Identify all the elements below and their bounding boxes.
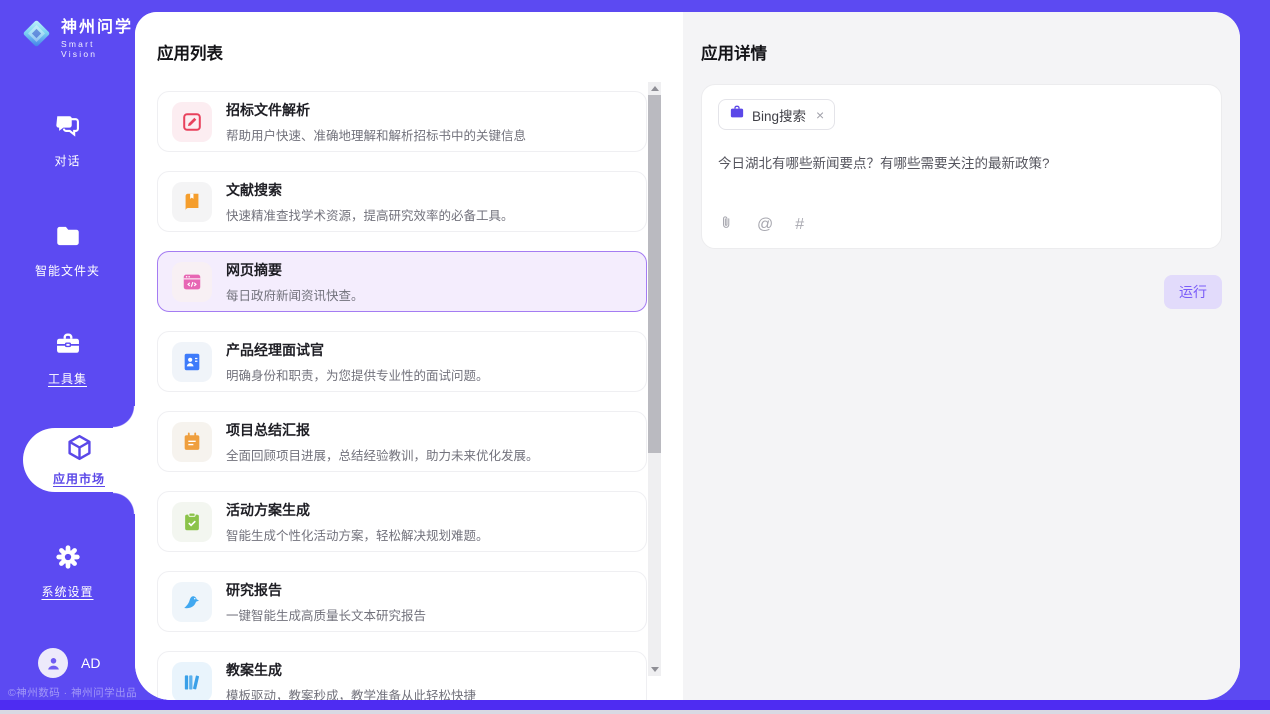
app-desc: 快速精准查找学术资源，提高研究效率的必备工具。 (226, 205, 514, 224)
sidebar-item-toolset[interactable]: 工具集 (0, 330, 135, 387)
app-desc: 一键智能生成高质量长文本研究报告 (226, 605, 426, 624)
app-card-pm-interviewer[interactable]: 产品经理面试官 明确身份和职责，为您提供专业性的面试问题。 (157, 331, 647, 392)
app-desc: 模板驱动，教案秒成，教学准备从此轻松快捷 (226, 685, 476, 701)
person-doc-icon (172, 342, 212, 382)
app-desc: 全面回顾项目进展，总结经验教训，助力未来优化发展。 (226, 445, 539, 464)
app-card-bid-analysis[interactable]: 招标文件解析 帮助用户快速、准确地理解和解析招标书中的关键信息 (157, 91, 647, 152)
app-cards: 招标文件解析 帮助用户快速、准确地理解和解析招标书中的关键信息 文献搜索 快速精… (157, 91, 647, 700)
toolbox-icon (54, 330, 82, 363)
sidebar-item-settings[interactable]: 系统设置 (0, 543, 135, 600)
sidebar-item-label: 应用市场 (53, 470, 105, 487)
app-list-title: 应用列表 (157, 40, 683, 64)
clipboard-check-icon (172, 502, 212, 542)
cube-icon (65, 433, 94, 467)
sidebar-item-smart-folder[interactable]: 智能文件夹 (0, 222, 135, 279)
attachment-icon[interactable] (718, 214, 735, 236)
brand-subtitle: Smart Vision (61, 39, 135, 59)
app-title: 网页摘要 (226, 260, 364, 280)
book-icon (172, 182, 212, 222)
tag-close-icon[interactable]: × (816, 107, 824, 123)
chat-bubbles-icon (54, 112, 82, 145)
app-desc: 智能生成个性化活动方案，轻松解决规划难题。 (226, 525, 489, 544)
avatar (38, 648, 68, 678)
app-list-panel: 应用列表 招标文件解析 帮助用户快速、准确地理解和解析招标书中的关键信息 (135, 12, 683, 700)
hash-icon[interactable]: # (795, 216, 804, 234)
browser-code-icon (172, 262, 212, 302)
prompt-card[interactable]: Bing搜索 × 今日湖北有哪些新闻要点？有哪些需要关注的最新政策? @ # (701, 84, 1222, 249)
bird-icon (172, 582, 212, 622)
app-detail-title: 应用详情 (701, 40, 1222, 64)
app-title: 项目总结汇报 (226, 420, 539, 440)
app-desc: 明确身份和职责，为您提供专业性的面试问题。 (226, 365, 489, 384)
mention-icon[interactable]: @ (757, 216, 773, 234)
window-bottom-edge (0, 710, 1270, 714)
briefcase-icon (729, 104, 745, 125)
app-title: 教案生成 (226, 660, 476, 680)
main-panel: 应用列表 招标文件解析 帮助用户快速、准确地理解和解析招标书中的关键信息 (135, 12, 1240, 700)
gear-icon (54, 543, 82, 576)
app-card-lesson-plan[interactable]: 教案生成 模板驱动，教案秒成，教学准备从此轻松快捷 (157, 651, 647, 700)
app-card-web-summary[interactable]: 网页摘要 每日政府新闻资讯快查。 (157, 251, 647, 312)
app-card-research-report[interactable]: 研究报告 一键智能生成高质量长文本研究报告 (157, 571, 647, 632)
user-account[interactable]: AD (38, 648, 100, 678)
sidebar-item-label: 系统设置 (41, 583, 93, 600)
brand-name: 神州问学 (61, 13, 135, 37)
app-title: 产品经理面试官 (226, 340, 489, 360)
app-title: 活动方案生成 (226, 500, 489, 520)
sidebar: 神州问学 Smart Vision 对话 智能文件夹 (0, 0, 135, 714)
app-card-literature-search[interactable]: 文献搜索 快速精准查找学术资源，提高研究效率的必备工具。 (157, 171, 647, 232)
app-title: 研究报告 (226, 580, 426, 600)
scrollbar-thumb[interactable] (648, 95, 661, 453)
brand-logo: 神州问学 Smart Vision (18, 13, 135, 59)
scroll-down-icon[interactable] (651, 667, 659, 672)
prompt-toolbar: @ # (718, 214, 804, 236)
app-card-project-report[interactable]: 项目总结汇报 全面回顾项目进展，总结经验教训，助力未来优化发展。 (157, 411, 647, 472)
tool-tag-bing-search[interactable]: Bing搜索 × (718, 99, 835, 130)
sidebar-item-app-market[interactable]: 应用市场 (23, 428, 135, 492)
app-title: 招标文件解析 (226, 100, 526, 120)
sidebar-item-label: 智能文件夹 (35, 262, 100, 279)
run-button[interactable]: 运行 (1164, 275, 1222, 309)
tool-tag-label: Bing搜索 (752, 105, 806, 125)
sidebar-item-label: 工具集 (48, 370, 87, 387)
app-detail-panel: 应用详情 Bing搜索 × 今日湖北有哪些新闻要点？有哪些需要关注的最新政策? (683, 12, 1240, 700)
app-list-scrollbar[interactable] (648, 82, 661, 676)
books-icon (172, 662, 212, 701)
copyright-text: ©神州数码 · 神州问学出品 (8, 685, 135, 700)
app-card-event-plan[interactable]: 活动方案生成 智能生成个性化活动方案，轻松解决规划难题。 (157, 491, 647, 552)
app-desc: 帮助用户快速、准确地理解和解析招标书中的关键信息 (226, 125, 526, 144)
app-title: 文献搜索 (226, 180, 514, 200)
note-icon (172, 422, 212, 462)
prompt-text[interactable]: 今日湖北有哪些新闻要点？有哪些需要关注的最新政策? (718, 154, 1205, 174)
folder-icon (54, 222, 82, 255)
pen-square-icon (172, 102, 212, 142)
scroll-up-icon[interactable] (651, 86, 659, 91)
sidebar-item-chat[interactable]: 对话 (0, 112, 135, 169)
brand-diamond-icon (18, 15, 55, 57)
bottom-accent-bar (0, 700, 1270, 710)
sidebar-item-label: 对话 (54, 152, 80, 169)
user-name: AD (81, 655, 100, 671)
app-desc: 每日政府新闻资讯快查。 (226, 285, 364, 304)
